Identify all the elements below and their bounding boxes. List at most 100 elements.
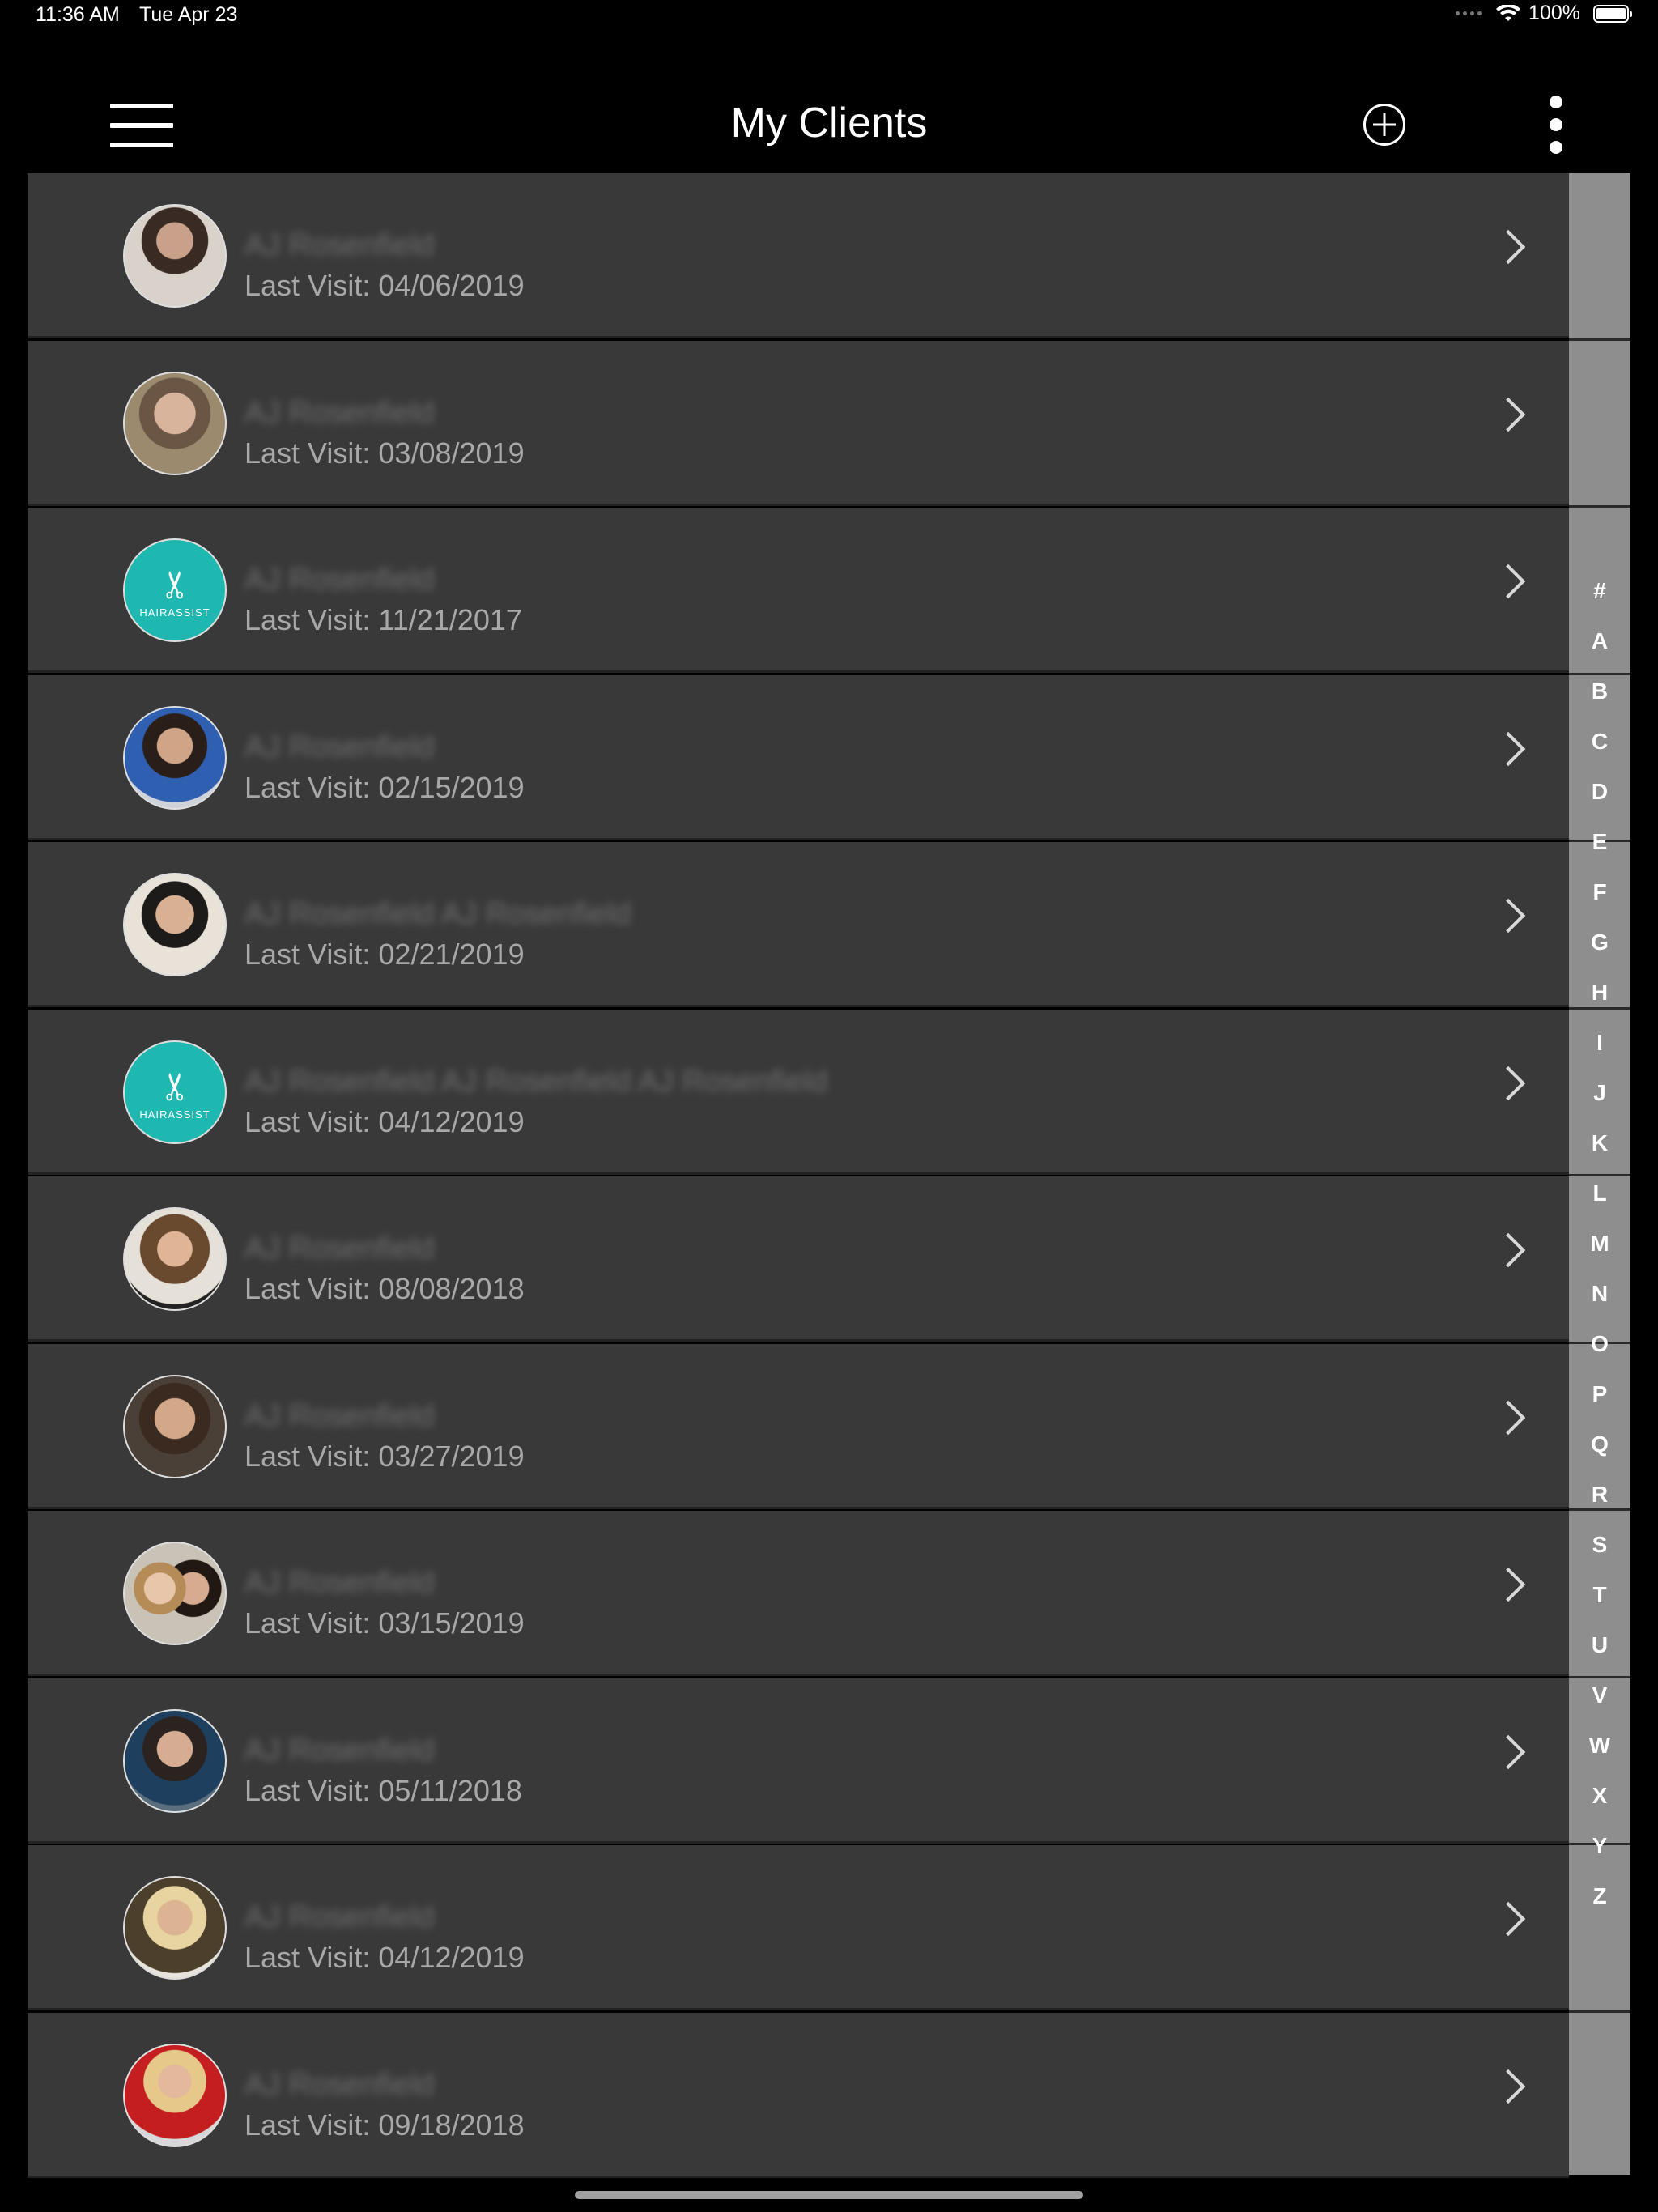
chevron-right-icon [1490,2069,1526,2104]
last-visit-date: Last Visit: 03/15/2019 [244,1606,525,1640]
index-separator [1569,1508,1630,1511]
index-letter[interactable]: F [1569,879,1630,905]
index-letter[interactable]: U [1569,1632,1630,1658]
client-list: AJ Rosenfield Last Visit: 04/06/2019 AJ Ro… [28,173,1569,2178]
last-visit-date: Last Visit: 02/15/2019 [244,771,525,804]
client-avatar [123,873,227,976]
client-avatar [123,1709,227,1813]
index-letter[interactable]: V [1569,1682,1630,1708]
index-letter[interactable]: T [1569,1582,1630,1608]
client-name: AJ Rosenfield [244,1733,435,1767]
cellular-signal-icon [1456,11,1482,15]
index-letter[interactable]: J [1569,1080,1630,1106]
client-name: AJ Rosenfield [244,396,435,430]
index-letter[interactable]: W [1569,1733,1630,1759]
client-row[interactable]: AJ Rosenfield Last Visit: 03/08/2019 [28,341,1569,506]
index-letter[interactable]: B [1569,678,1630,704]
index-letter[interactable]: Y [1569,1833,1630,1859]
chevron-right-icon [1490,1066,1526,1101]
index-separator [1569,673,1630,675]
wifi-icon [1496,4,1521,21]
last-visit-date: Last Visit: 11/21/2017 [244,603,522,636]
scissors-icon: ✂ [153,568,196,600]
chevron-right-icon [1490,1901,1526,1937]
client-name: AJ Rosenfield [244,730,435,764]
battery-icon [1593,4,1632,23]
index-letter[interactable]: A [1569,628,1630,654]
index-letter[interactable]: Z [1569,1883,1630,1909]
client-avatar [123,1207,227,1311]
client-avatar [123,1876,227,1980]
alphabet-index[interactable]: # A B C D E F G H I J K L M N O P Q R S T U V W X Y Z [1569,173,1630,2175]
index-letter[interactable]: R [1569,1482,1630,1508]
index-letter[interactable]: L [1569,1180,1630,1206]
chevron-right-icon [1490,1567,1526,1602]
client-row[interactable]: AJ Rosenfield Last Visit: 05/11/2018 [28,1678,1569,1844]
client-row[interactable]: AJ Rosenfield AJ Rosenfield Last Visit: 0… [28,842,1569,1007]
index-separator [1569,1007,1630,1010]
client-name: AJ Rosenfield [244,1231,435,1266]
index-letter[interactable]: E [1569,829,1630,855]
chevron-right-icon [1490,564,1526,599]
chevron-right-icon [1490,1400,1526,1436]
chevron-right-icon [1490,898,1526,934]
client-avatar [123,2044,227,2147]
index-letter[interactable]: O [1569,1331,1630,1357]
client-name: AJ Rosenfield [244,1399,435,1433]
index-letter[interactable]: K [1569,1130,1630,1156]
page-title: My Clients [730,100,928,147]
index-letter[interactable]: # [1569,578,1630,604]
client-name: AJ Rosenfield AJ Rosenfield AJ Rosenfiel… [244,1065,828,1099]
client-row[interactable]: ✂ HAIRASSIST AJ Rosenfield Last Visit: 11/2… [28,508,1569,673]
index-letter[interactable]: S [1569,1532,1630,1558]
brand-logo-text: HAIRASSIST [139,1108,210,1121]
client-avatar [123,372,227,475]
index-letter[interactable]: C [1569,729,1630,755]
scissors-icon: ✂ [153,1070,196,1102]
client-name: AJ Rosenfield [244,1900,435,1934]
index-letter[interactable]: D [1569,779,1630,805]
client-row[interactable]: AJ Rosenfield Last Visit: 08/08/2018 [28,1176,1569,1342]
client-row[interactable]: AJ Rosenfield Last Visit: 02/15/2019 [28,675,1569,840]
index-letter[interactable]: X [1569,1783,1630,1809]
add-client-button[interactable] [1363,104,1405,146]
last-visit-date: Last Visit: 03/08/2019 [244,436,525,470]
client-row[interactable]: AJ Rosenfield Last Visit: 04/12/2019 [28,1845,1569,2010]
status-date: Tue Apr 23 [139,3,238,26]
index-letter[interactable]: P [1569,1381,1630,1407]
index-letter[interactable]: H [1569,980,1630,1006]
index-letter[interactable]: Q [1569,1431,1630,1457]
client-row[interactable]: AJ Rosenfield Last Visit: 03/27/2019 [28,1344,1569,1509]
index-separator [1569,1676,1630,1678]
client-avatar [123,1375,227,1478]
brand-avatar: ✂ HAIRASSIST [123,1040,227,1144]
brand-avatar: ✂ HAIRASSIST [123,538,227,642]
index-letter[interactable]: M [1569,1231,1630,1257]
last-visit-date: Last Visit: 04/06/2019 [244,269,525,302]
index-letter[interactable]: I [1569,1030,1630,1056]
client-row[interactable]: ✂ HAIRASSIST AJ Rosenfield AJ Rosenfield A… [28,1010,1569,1175]
nav-bar: My Clients [0,49,1658,172]
client-row[interactable]: AJ Rosenfield Last Visit: 09/18/2018 [28,2013,1569,2178]
client-avatar [123,204,227,308]
index-letter[interactable]: N [1569,1281,1630,1307]
last-visit-date: Last Visit: 04/12/2019 [244,1105,525,1138]
client-row[interactable]: AJ Rosenfield Last Visit: 03/15/2019 [28,1511,1569,1676]
client-name: AJ Rosenfield [244,2068,435,2102]
status-bar: 11:36 AM Tue Apr 23 100% [0,0,1658,32]
status-indicators: 100% [1456,2,1632,25]
last-visit-date: Last Visit: 03/27/2019 [244,1440,525,1473]
index-separator [1569,338,1630,341]
client-name: AJ Rosenfield [244,228,435,262]
chevron-right-icon [1490,229,1526,265]
index-separator [1569,505,1630,508]
client-avatar [123,706,227,810]
client-row[interactable]: AJ Rosenfield Last Visit: 04/06/2019 [28,173,1569,338]
chevron-right-icon [1490,1232,1526,1268]
last-visit-date: Last Visit: 02/21/2019 [244,938,525,971]
more-options-icon[interactable] [1545,96,1567,154]
status-time: 11:36 AM [36,3,120,26]
index-letter[interactable]: G [1569,929,1630,955]
brand-logo-text: HAIRASSIST [139,606,210,619]
last-visit-date: Last Visit: 08/08/2018 [244,1272,525,1305]
